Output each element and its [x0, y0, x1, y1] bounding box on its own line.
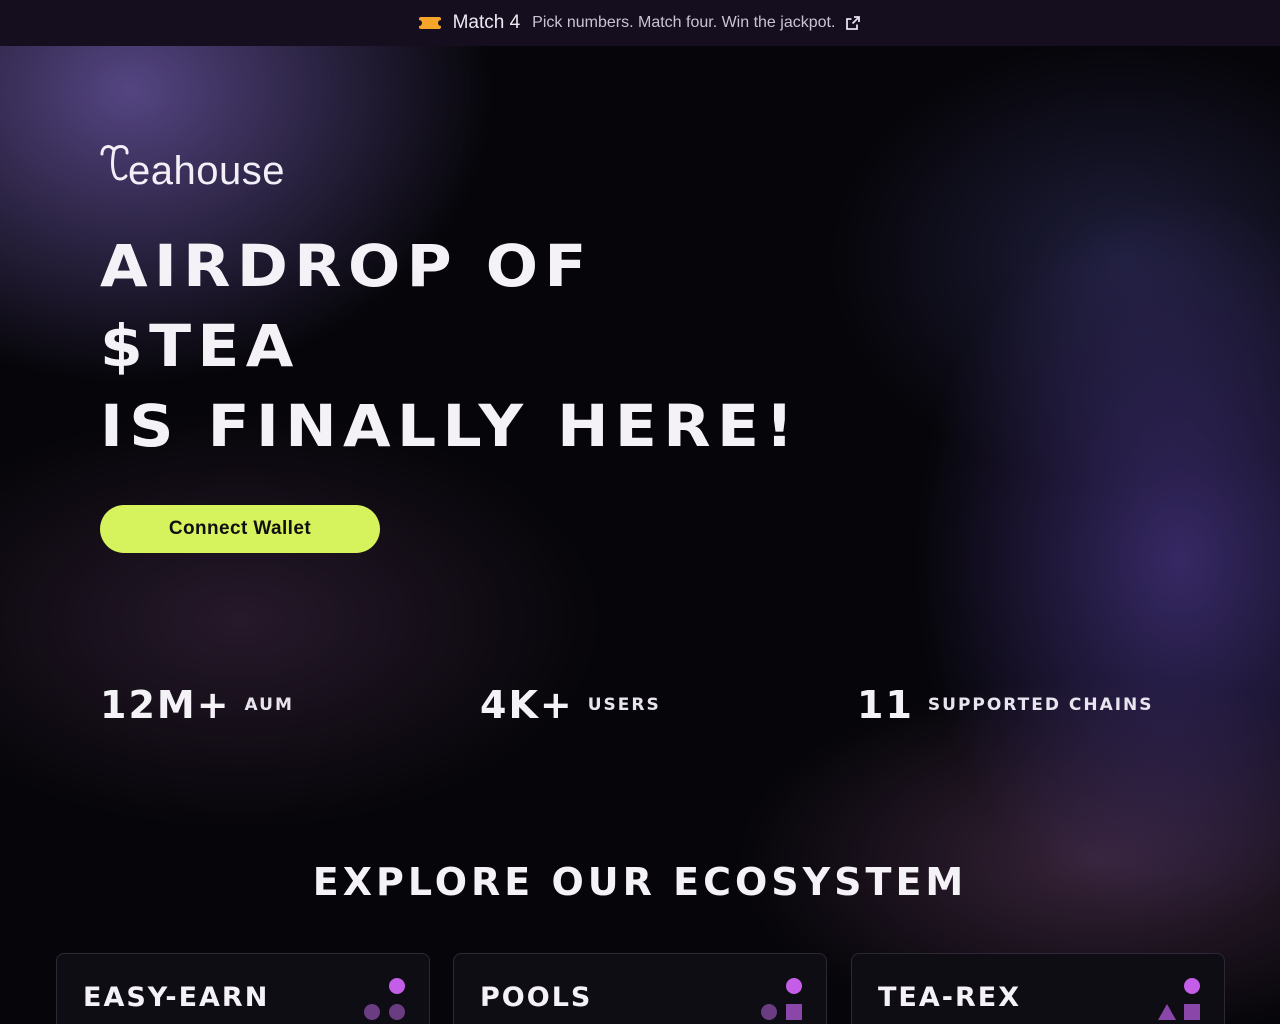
circles-square-icon [761, 978, 802, 1020]
stat-value: 11 [857, 683, 914, 727]
card-title: POOLS [480, 982, 593, 1013]
stat-aum: 12M+ AUM [100, 683, 294, 727]
banner-text: Pick numbers. Match four. Win the jackpo… [532, 14, 836, 31]
stat-chains: 11 SUPPORTED CHAINS [857, 683, 1154, 727]
stat-value: 4K+ [480, 683, 574, 727]
shapes-icon [1158, 978, 1200, 1020]
promo-banner[interactable]: Match 4 Pick numbers. Match four. Win th… [0, 0, 1280, 46]
stat-label: AUM [244, 695, 294, 715]
card-easy-earn[interactable]: EASY-EARN [56, 953, 430, 1024]
page: Match 4 Pick numbers. Match four. Win th… [0, 0, 1280, 1024]
stat-value: 12M+ [100, 683, 231, 727]
card-tea-rex[interactable]: TEA-REX [851, 953, 1225, 1024]
headline-line-2: $TEA [100, 312, 300, 380]
logo-text: eahouse [128, 149, 285, 193]
headline-line-1: AIRDROP OF [100, 232, 593, 300]
banner-title: Match 4 [452, 12, 521, 33]
teahouse-logo[interactable]: eahouse [100, 140, 285, 194]
connect-wallet-button[interactable]: Connect Wallet [100, 505, 380, 553]
circles-icon [364, 978, 405, 1020]
ecosystem-title: EXPLORE OUR ECOSYSTEM [312, 860, 968, 904]
stat-label: USERS [587, 695, 661, 715]
external-link-icon[interactable] [845, 15, 861, 31]
card-title: EASY-EARN [83, 982, 270, 1013]
teahouse-logo-mark-icon [100, 144, 129, 181]
hero-headline: AIRDROP OF $TEA IS FINALLY HERE! [100, 226, 800, 466]
card-pools[interactable]: POOLS [453, 953, 827, 1024]
stat-users: 4K+ USERS [480, 683, 661, 727]
card-title: TEA-REX [878, 982, 1022, 1013]
headline-line-3: IS FINALLY HERE! [100, 392, 800, 460]
stat-label: SUPPORTED CHAINS [927, 695, 1154, 715]
ticket-icon [415, 17, 444, 29]
